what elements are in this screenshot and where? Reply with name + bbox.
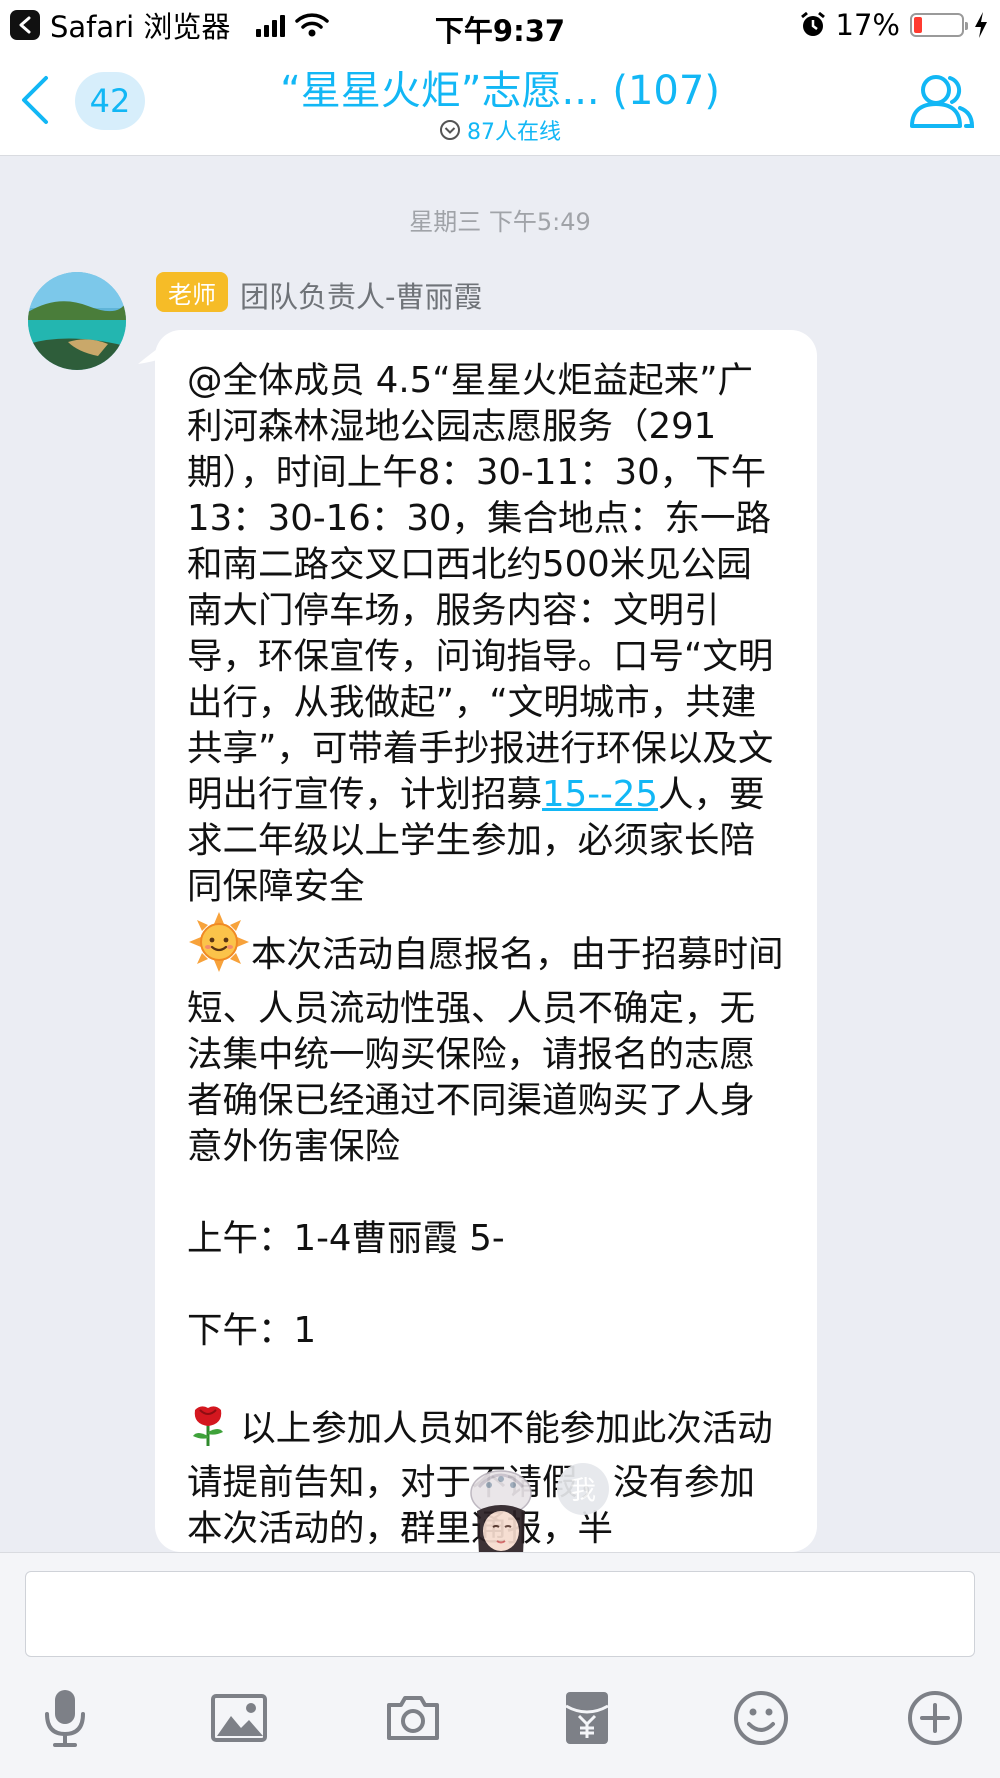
- floating-avatar-sticker-icon[interactable]: 我: [453, 1455, 613, 1555]
- alarm-icon: [800, 11, 825, 36]
- microphone-icon[interactable]: [30, 1683, 100, 1753]
- unread-count-badge[interactable]: 42: [75, 72, 145, 130]
- charging-bolt-icon: [975, 12, 987, 38]
- message-input[interactable]: [25, 1571, 975, 1657]
- message-text: @全体成员 4.5“星星火炬益起来”广利河森林湿地公园志愿服务（291期），时间…: [187, 358, 787, 1552]
- group-members-icon[interactable]: [906, 68, 976, 138]
- red-packet-icon[interactable]: [552, 1683, 622, 1753]
- status-bar-right: 17%: [800, 8, 988, 42]
- sun-emoji-icon: [187, 910, 251, 986]
- group-title[interactable]: “星星火炬”志愿... (107): [180, 58, 820, 116]
- message-timestamp: 星期三 下午5:49: [409, 208, 591, 236]
- number-link[interactable]: 15--25: [542, 774, 658, 815]
- chevron-down-circle-icon: [440, 120, 460, 140]
- sticker-me-label: 我: [570, 1476, 596, 1506]
- online-status[interactable]: 87人在线: [300, 114, 700, 146]
- plus-icon[interactable]: [900, 1683, 970, 1753]
- online-count: 87人在线: [467, 120, 561, 145]
- message-bubble[interactable]: @全体成员 4.5“星星火炬益起来”广利河森林湿地公园志愿服务（291期），时间…: [155, 330, 817, 1552]
- battery-percent: 17%: [835, 8, 900, 42]
- sender-avatar[interactable]: [28, 272, 126, 370]
- chat-header: 42 “星星火炬”志愿... (107) 87人在线: [0, 50, 1000, 156]
- message-text-part3: 本次活动自愿报名，由于招募时间短、人员流动性强、人员不确定，无法集中统一购买保险…: [187, 934, 784, 1351]
- emoji-icon[interactable]: [726, 1683, 796, 1753]
- battery-icon: [910, 13, 968, 37]
- back-arrow-icon[interactable]: [16, 70, 56, 130]
- rose-emoji-icon: [187, 1400, 229, 1460]
- status-bar: Safari 浏览器 下午9:37 17%: [0, 0, 1000, 50]
- message-text-part1: @全体成员 4.5“星星火炬益起来”广利河森林湿地公园志愿服务（291期），时间…: [187, 360, 774, 815]
- image-icon[interactable]: [204, 1683, 274, 1753]
- sender-name[interactable]: 团队负责人-曹丽霞: [240, 274, 482, 316]
- input-area: [0, 1552, 1000, 1778]
- role-badge: 老师: [156, 272, 228, 312]
- camera-icon[interactable]: [378, 1683, 448, 1753]
